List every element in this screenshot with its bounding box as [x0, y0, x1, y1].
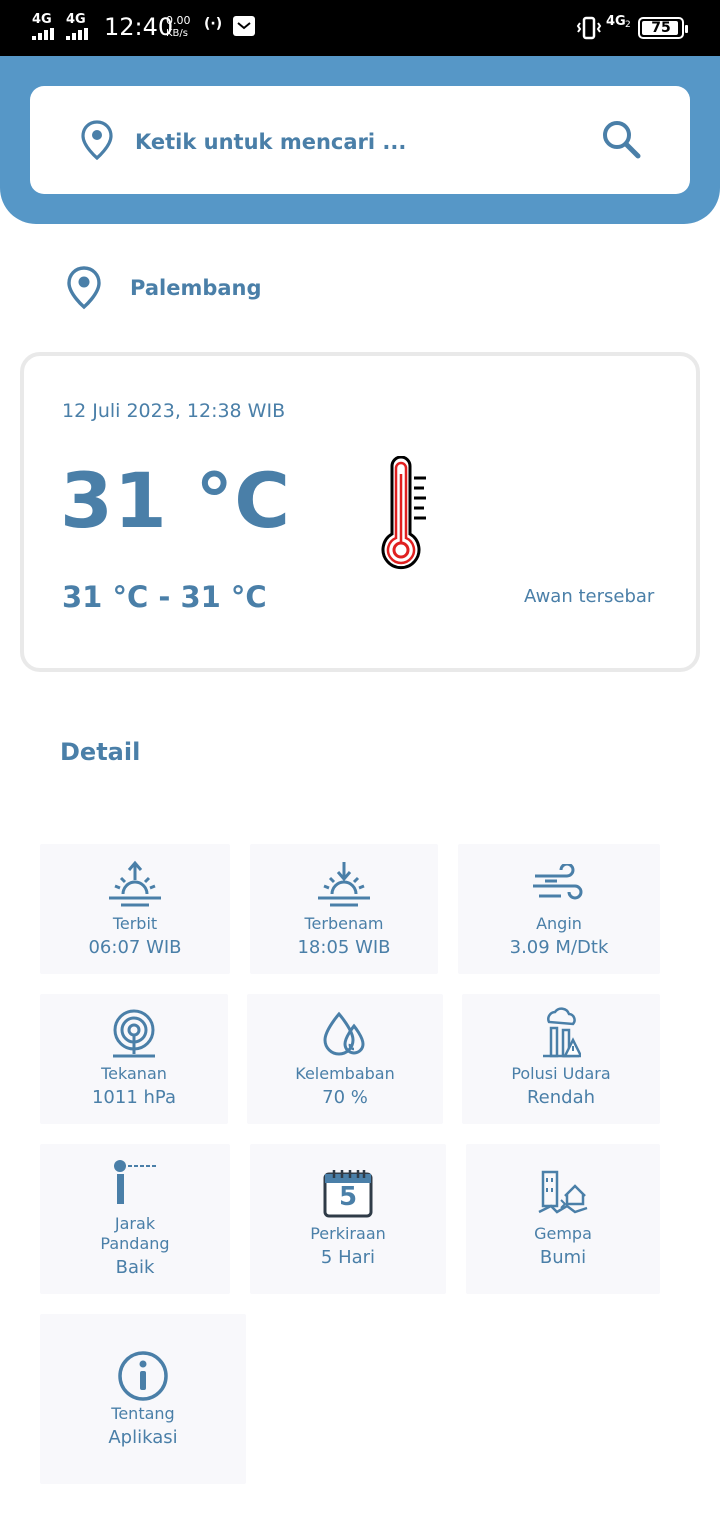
tile-value: Aplikasi [108, 1427, 178, 1448]
calendar-number: 5 [338, 1182, 358, 1212]
weather-datetime: 12 Juli 2023, 12:38 WIB [62, 400, 286, 422]
tile-about-app[interactable]: Tentang Aplikasi [40, 1314, 246, 1484]
sunrise-icon [40, 860, 230, 908]
tile-air-pollution[interactable]: Polusi Udara Rendah [462, 994, 660, 1124]
tile-label: Jarak [114, 1214, 156, 1233]
tile-sunset[interactable]: Terbenam 18:05 WIB [250, 844, 438, 974]
tile-value: 06:07 WIB [88, 937, 182, 958]
status-bar: 4G 4G 12:40 0.00 KB/s (·) 4G 2 75 [0, 0, 720, 56]
tile-value: Baik [115, 1257, 155, 1278]
tile-humidity[interactable]: Kelembaban 70 % [247, 994, 443, 1124]
location-name[interactable]: Palembang [130, 276, 262, 300]
sunset-icon [250, 860, 438, 908]
thermometer-icon [374, 455, 434, 576]
wind-icon [458, 864, 660, 906]
tile-label: Gempa [534, 1224, 592, 1243]
tile-visibility[interactable]: Jarak Pandang Baik [40, 1144, 230, 1294]
detail-section-title: Detail [60, 738, 141, 766]
search-input[interactable] [135, 122, 575, 162]
search-icon[interactable] [600, 118, 644, 166]
earthquake-icon [466, 1168, 660, 1218]
net-speed-unit: KB/s [166, 28, 188, 39]
battery-icon: 75 [638, 17, 688, 39]
tile-value: 18:05 WIB [297, 937, 391, 958]
tile-pressure[interactable]: Tekanan 1011 hPa [40, 994, 228, 1124]
visibility-icon [40, 1158, 230, 1208]
tile-earthquake[interactable]: Gempa Bumi [466, 1144, 660, 1294]
tile-label: Perkiraan [310, 1224, 386, 1243]
humidity-icon [247, 1010, 443, 1058]
tile-label: Tentang [111, 1404, 175, 1423]
header [0, 56, 720, 224]
info-icon [40, 1350, 246, 1402]
tile-label: Kelembaban [295, 1064, 395, 1083]
tile-label: Polusi Udara [511, 1064, 611, 1083]
tile-label: Tekanan [101, 1064, 167, 1083]
notification-icon [233, 16, 255, 36]
tile-value: 5 Hari [320, 1247, 376, 1268]
pressure-icon [40, 1008, 228, 1060]
network-sim-number: 2 [625, 20, 631, 30]
location-pin-icon [66, 266, 102, 314]
network-type-4g: 4G [606, 14, 626, 29]
tile-value: 3.09 M/Dtk [509, 937, 609, 958]
current-temperature: 31 °C [60, 456, 291, 545]
tile-value: Rendah [526, 1087, 596, 1108]
calendar-forecast-icon: 5 [250, 1168, 446, 1220]
tile-wind[interactable]: Angin 3.09 M/Dtk [458, 844, 660, 974]
temperature-range: 31 °C - 31 °C [62, 580, 267, 614]
tile-label: Pandang [100, 1234, 170, 1253]
location-pin-icon [80, 120, 114, 164]
tile-value: 70 % [322, 1087, 368, 1108]
tile-value: Bumi [539, 1247, 587, 1268]
tile-label: Terbenam [304, 914, 384, 933]
tile-value: 1011 hPa [91, 1087, 176, 1108]
net-speed-value: 0.00 [166, 14, 191, 27]
weather-description: Awan tersebar [524, 586, 655, 607]
clock: 12:40 [104, 13, 174, 41]
current-weather-card: 12 Juli 2023, 12:38 WIB 31 °C 31 °C - 31… [20, 352, 700, 672]
tile-label: Angin [536, 914, 582, 933]
hotspot-icon: (·) [204, 16, 223, 32]
tile-label: Terbit [112, 914, 158, 933]
search-box[interactable] [30, 86, 690, 194]
tile-sunrise[interactable]: Terbit 06:07 WIB [40, 844, 230, 974]
vibrate-icon [576, 16, 602, 44]
air-pollution-icon [462, 1006, 660, 1060]
tile-forecast[interactable]: 5 Perkiraan 5 Hari [250, 1144, 446, 1294]
